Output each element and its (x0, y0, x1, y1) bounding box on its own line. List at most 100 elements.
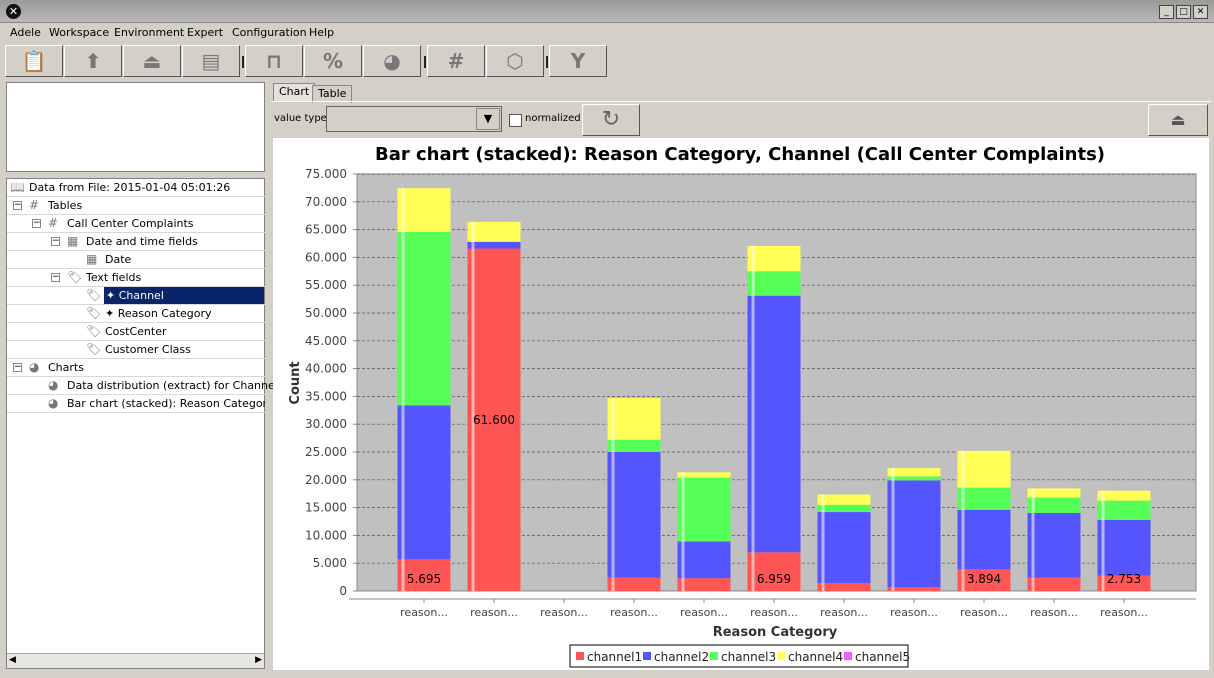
collapse-icon[interactable]: − (13, 201, 22, 210)
app-x-icon: ✕ (6, 4, 21, 19)
menu-expert[interactable]: Expert (187, 26, 223, 39)
menu-environment[interactable]: Environment (114, 26, 184, 39)
bar-channel4 (747, 245, 801, 272)
menu-workspace[interactable]: Workspace (49, 26, 109, 39)
y-tick-label: 60.000 (305, 250, 347, 264)
bar-highlight (1101, 500, 1105, 520)
tree-text-group[interactable]: − 🏷 Text fields (7, 269, 265, 287)
x-tick-label: reason... (540, 606, 588, 619)
chart-title: Bar chart (stacked): Reason Category, Ch… (375, 144, 1105, 165)
tree-charts[interactable]: − ◕ Charts (7, 359, 265, 377)
preview-panel (6, 82, 265, 172)
value-type-select[interactable]: ▼ (326, 106, 502, 132)
collapse-icon[interactable]: − (32, 219, 41, 228)
tree-costcenter[interactable]: 🏷 CostCenter (7, 323, 265, 341)
bar-highlight (401, 559, 405, 591)
bar-highlight (401, 188, 405, 232)
grid-button[interactable]: # (427, 45, 485, 77)
bar-highlight (401, 405, 405, 560)
cabinet-button[interactable]: ▤ (182, 45, 240, 77)
bar-highlight (611, 577, 615, 591)
tree-table-call-center[interactable]: − # Call Center Complaints (7, 215, 265, 233)
bar-channel3 (677, 477, 731, 542)
collapse-icon[interactable]: − (13, 363, 22, 372)
tree-date-group[interactable]: − ▦ Date and time fields (7, 233, 265, 251)
bar-highlight (751, 245, 755, 272)
bar-highlight (1031, 577, 1035, 591)
bar-channel2 (607, 452, 661, 578)
tree-date[interactable]: ▦ Date (7, 251, 265, 269)
bar-highlight (471, 241, 475, 249)
cube-button[interactable]: ⬡ (486, 45, 544, 77)
legend-swatch-channel4 (777, 652, 785, 660)
normalized-checkbox[interactable] (509, 114, 522, 127)
y-tick-label: 15.000 (305, 501, 347, 515)
bar-channel3 (887, 476, 941, 481)
x-axis-label: Reason Category (713, 625, 838, 640)
close-button[interactable]: ✕ (1193, 5, 1208, 19)
bar-highlight (961, 450, 965, 488)
data-label: 2.753 (1107, 572, 1141, 586)
book-icon: 📖 (10, 180, 25, 194)
test-tube-button[interactable]: ⊓ (245, 45, 303, 77)
tree-reason-category[interactable]: 🏷 ✦ Reason Category (7, 305, 265, 323)
tree-chart-distribution[interactable]: ◕ Data distribution (extract) for Channel (7, 377, 278, 395)
collapse-icon[interactable]: − (51, 237, 60, 246)
scroll-left-icon[interactable]: ◀ (9, 655, 16, 665)
legend-label-channel1: channel1 (587, 650, 642, 664)
bar-highlight (1031, 497, 1035, 513)
scroll-right-icon[interactable]: ▶ (255, 655, 262, 665)
toolbar-separator (242, 56, 244, 68)
test-tube-icon: ⊓ (266, 49, 282, 73)
bar-channel3 (957, 487, 1011, 510)
tree-chart-stacked[interactable]: ◕Bar chart (stacked): Reason Category, C (7, 395, 265, 413)
bar-channel2 (887, 480, 941, 588)
bar-channel4 (677, 472, 731, 478)
bar-channel2 (1027, 512, 1081, 578)
calendar-icon: ▦ (86, 252, 98, 266)
tree-root[interactable]: 📖 Data from File: 2015-01-04 05:01:26 (7, 179, 265, 197)
legend-swatch-channel3 (710, 652, 718, 660)
upload-button[interactable]: ⬆ (64, 45, 122, 77)
bar-channel3 (817, 504, 871, 513)
bar-highlight (401, 231, 405, 406)
tree-customer-class[interactable]: 🏷 Customer Class (7, 341, 265, 359)
bar-channel4 (1097, 490, 1151, 501)
menu-configuration[interactable]: Configuration (232, 26, 307, 39)
data-label: 3.894 (967, 572, 1001, 586)
y-tick-label: 75.000 (305, 167, 347, 181)
y-tick-label: 25.000 (305, 445, 347, 459)
horizontal-scrollbar[interactable]: ◀ ▶ (7, 653, 264, 668)
upload-drive-button[interactable]: ⏏ (123, 45, 181, 77)
refresh-button[interactable]: ↻ (582, 104, 640, 136)
bar-highlight (1101, 575, 1105, 591)
data-label: 6.959 (757, 572, 791, 586)
bar-channel4 (607, 398, 661, 440)
bar-highlight (681, 578, 685, 591)
y-tick-label: 50.000 (305, 306, 347, 320)
bar-channel1 (607, 577, 661, 591)
menu-help[interactable]: Help (309, 26, 334, 39)
x-tick-label: reason... (610, 606, 658, 619)
normalized-label: normalized (525, 113, 581, 124)
tree-channel[interactable]: 🏷 ✦ Channel (7, 287, 265, 305)
maximize-button[interactable]: □ (1176, 5, 1191, 19)
minimize-button[interactable]: _ (1159, 5, 1174, 19)
bar-highlight (611, 452, 615, 578)
tree-tables[interactable]: − # Tables (7, 197, 265, 215)
collapse-icon[interactable]: − (51, 273, 60, 282)
pie-chart-button[interactable]: ◕ (363, 45, 421, 77)
tab-divider (271, 101, 1211, 102)
bar-highlight (681, 472, 685, 478)
bar-highlight (821, 504, 825, 513)
percent-button[interactable]: % (304, 45, 362, 77)
tag-icon: 🏷 (86, 342, 102, 356)
menu-adele[interactable]: Adele (10, 26, 41, 39)
x-tick-label: reason... (1030, 606, 1078, 619)
chevron-down-icon[interactable]: ▼ (476, 108, 500, 130)
filter-button[interactable]: Y (549, 45, 607, 77)
clipboard-button[interactable]: 📋 (5, 45, 63, 77)
stacked-bar-chart: Bar chart (stacked): Reason Category, Ch… (288, 144, 1197, 668)
tab-chart[interactable]: Chart (273, 83, 316, 101)
eject-button[interactable]: ⏏ (1148, 104, 1208, 136)
